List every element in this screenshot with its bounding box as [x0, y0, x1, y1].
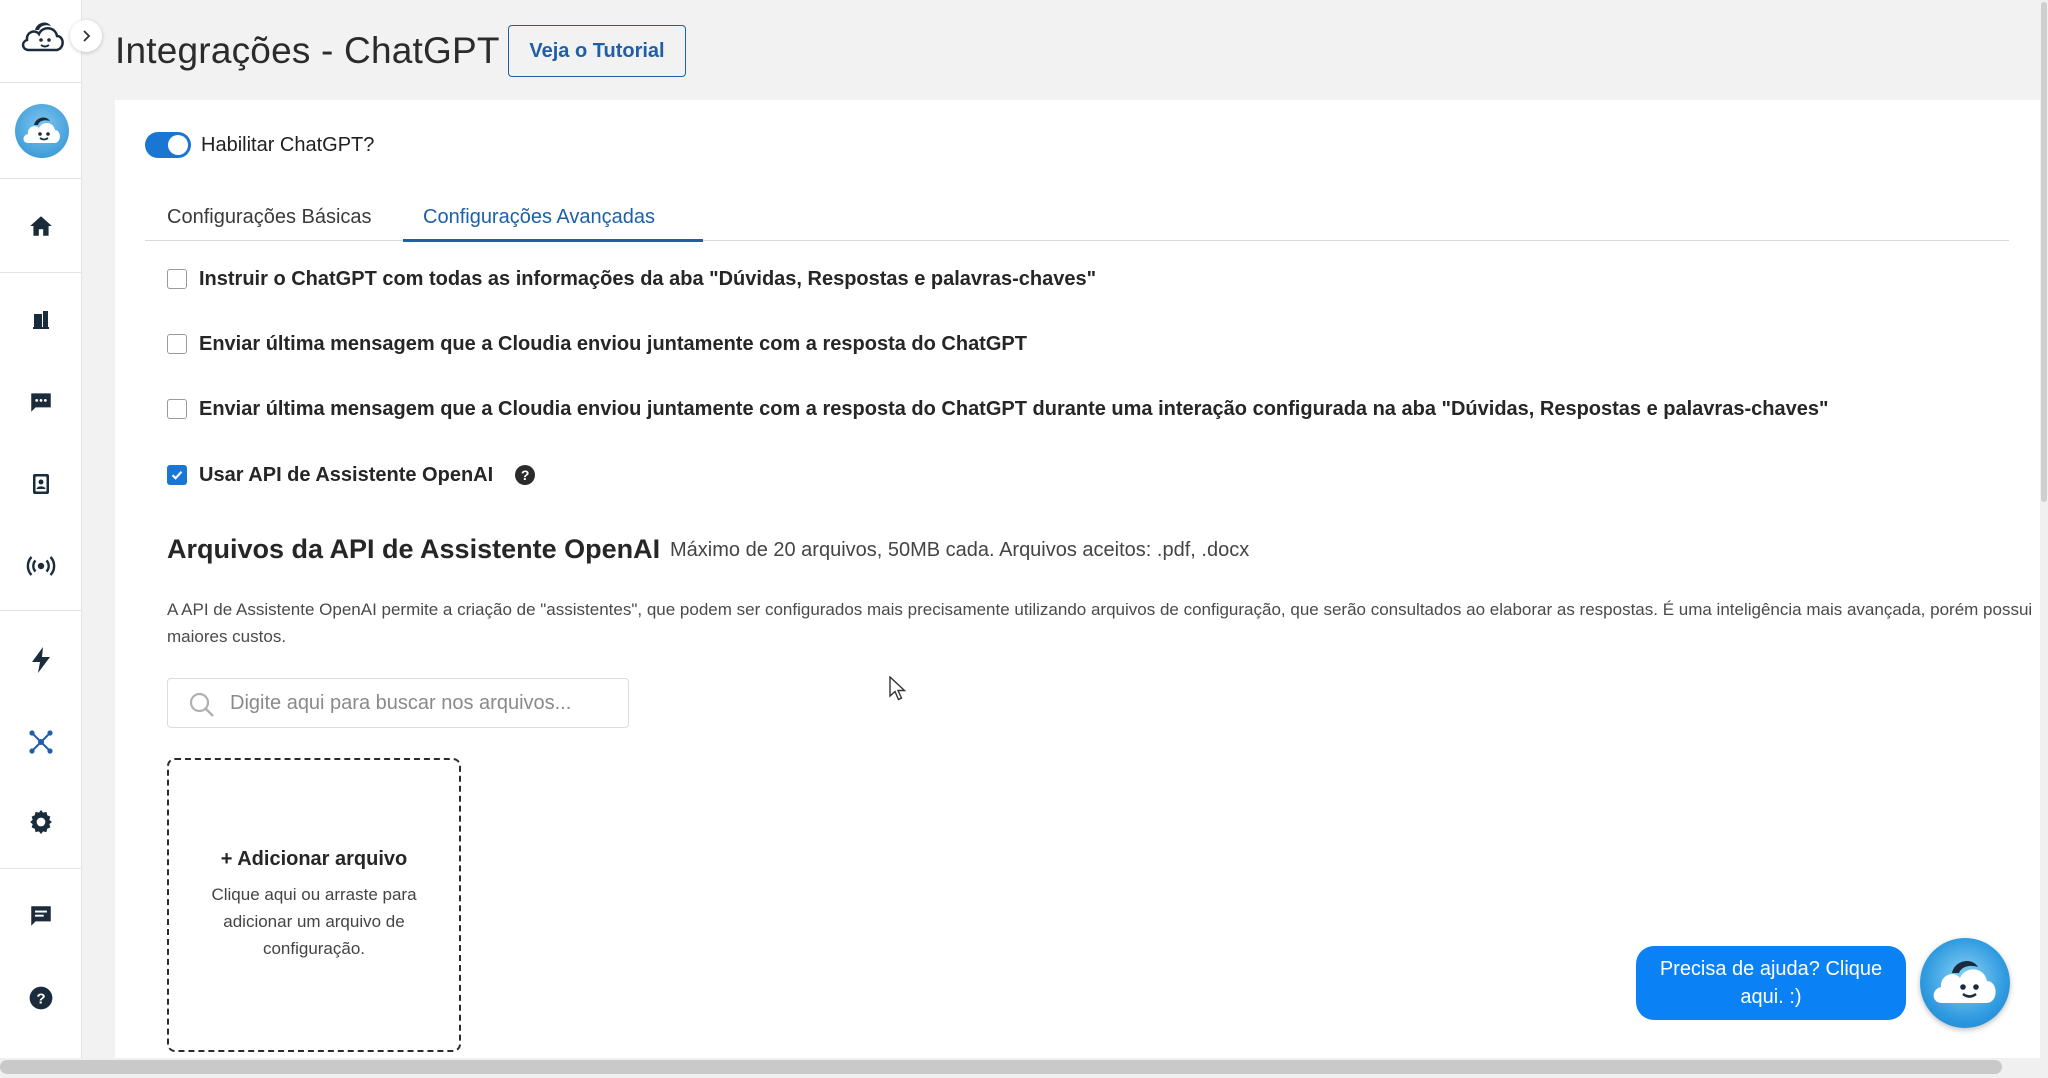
mouse-cursor-icon [889, 676, 907, 701]
option-send-last-message[interactable]: Enviar última mensagem que a Cloudia env… [167, 331, 1027, 357]
option-label: Enviar última mensagem que a Cloudia env… [199, 397, 1829, 420]
sidebar-expand-button[interactable] [70, 20, 102, 52]
sidebar-item-automations[interactable] [21, 640, 61, 680]
sidebar: ? [0, 0, 82, 1078]
checkbox-instruct-faq[interactable] [167, 269, 187, 289]
sidebar-item-home[interactable] [21, 206, 61, 246]
broadcast-icon [26, 556, 56, 576]
question-icon[interactable]: ? [515, 465, 536, 485]
enable-chatgpt-label: Habilitar ChatGPT? [201, 134, 375, 156]
sidebar-divider [0, 610, 82, 611]
cloudia-mascot-icon [1933, 961, 1996, 1003]
sidebar-item-integrations[interactable] [21, 722, 61, 762]
user-avatar[interactable] [15, 104, 69, 158]
bar-chart-icon [33, 311, 49, 329]
help-chat-bubble[interactable]: Precisa de ajuda? Clique aqui. :) [1636, 946, 1906, 1020]
checkbox-send-last-message-interaction[interactable] [167, 399, 187, 419]
sidebar-divider [0, 272, 82, 273]
option-send-last-message-interaction[interactable]: Enviar última mensagem que a Cloudia env… [167, 396, 1828, 422]
files-description: A API de Assistente OpenAI permite a cri… [167, 600, 2033, 646]
enable-chatgpt-toggle[interactable] [145, 132, 191, 158]
contacts-icon [33, 474, 49, 494]
sidebar-item-chats[interactable] [21, 382, 61, 422]
svg-text:?: ? [36, 990, 45, 1007]
sidebar-divider [0, 178, 82, 179]
lightning-icon [32, 647, 50, 673]
option-label: Enviar última mensagem que a Cloudia env… [199, 332, 1027, 355]
active-tab-indicator [403, 239, 703, 242]
help-icon: ? [29, 986, 53, 1010]
settings-card: Habilitar ChatGPT? Configurações Básicas… [115, 100, 2041, 1060]
check-icon [171, 471, 183, 480]
sidebar-item-messages[interactable] [21, 896, 61, 936]
search-icon [189, 692, 214, 717]
message-icon [31, 906, 51, 926]
files-limit-text: Máximo de 20 arquivos, 50MB cada. Arquiv… [670, 539, 1250, 561]
file-search[interactable] [167, 678, 629, 728]
settings-icon [30, 810, 52, 834]
vertical-scrollbar-thumb[interactable] [2041, 2, 2047, 502]
sidebar-item-reports[interactable] [21, 300, 61, 340]
add-file-title: + Adicionar arquivo [220, 848, 408, 870]
sidebar-item-contacts[interactable] [21, 464, 61, 504]
sidebar-divider [0, 868, 82, 869]
sidebar-item-channels[interactable] [21, 546, 61, 586]
file-search-input[interactable] [230, 679, 620, 727]
cloudia-logo[interactable] [16, 14, 70, 62]
page-title: Integrações - ChatGPT [115, 30, 500, 71]
help-chat-avatar[interactable] [1920, 938, 2010, 1028]
checkbox-use-assistant-api[interactable] [167, 465, 187, 485]
tutorial-button[interactable]: Veja o Tutorial [508, 25, 686, 77]
integrations-icon [29, 730, 53, 754]
sidebar-item-settings[interactable] [21, 802, 61, 842]
add-file-dropzone[interactable]: + Adicionar arquivo Clique aqui ou arras… [167, 758, 461, 1052]
checkbox-send-last-message[interactable] [167, 334, 187, 354]
horizontal-scrollbar-thumb[interactable] [0, 1060, 2002, 1074]
option-instruct-faq[interactable]: Instruir o ChatGPT com todas as informaç… [167, 266, 1096, 292]
option-label: Instruir o ChatGPT com todas as informaç… [199, 267, 1097, 290]
sidebar-item-help[interactable]: ? [21, 978, 61, 1018]
sidebar-divider [0, 82, 82, 83]
home-icon [30, 216, 52, 236]
option-label: Usar API de Assistente OpenAI [199, 463, 494, 486]
chevron-right-icon [83, 30, 91, 42]
chat-icon [31, 393, 51, 412]
tab-advanced-settings[interactable]: Configurações Avançadas [423, 206, 655, 229]
option-use-assistant-api[interactable]: Usar API de Assistente OpenAI ? [167, 462, 536, 488]
tab-basic-settings[interactable]: Configurações Básicas [167, 206, 372, 229]
files-section-title: Arquivos da API de Assistente OpenAI [167, 534, 661, 564]
add-file-text: Clique aqui ou arraste para adicionar um… [211, 885, 417, 958]
